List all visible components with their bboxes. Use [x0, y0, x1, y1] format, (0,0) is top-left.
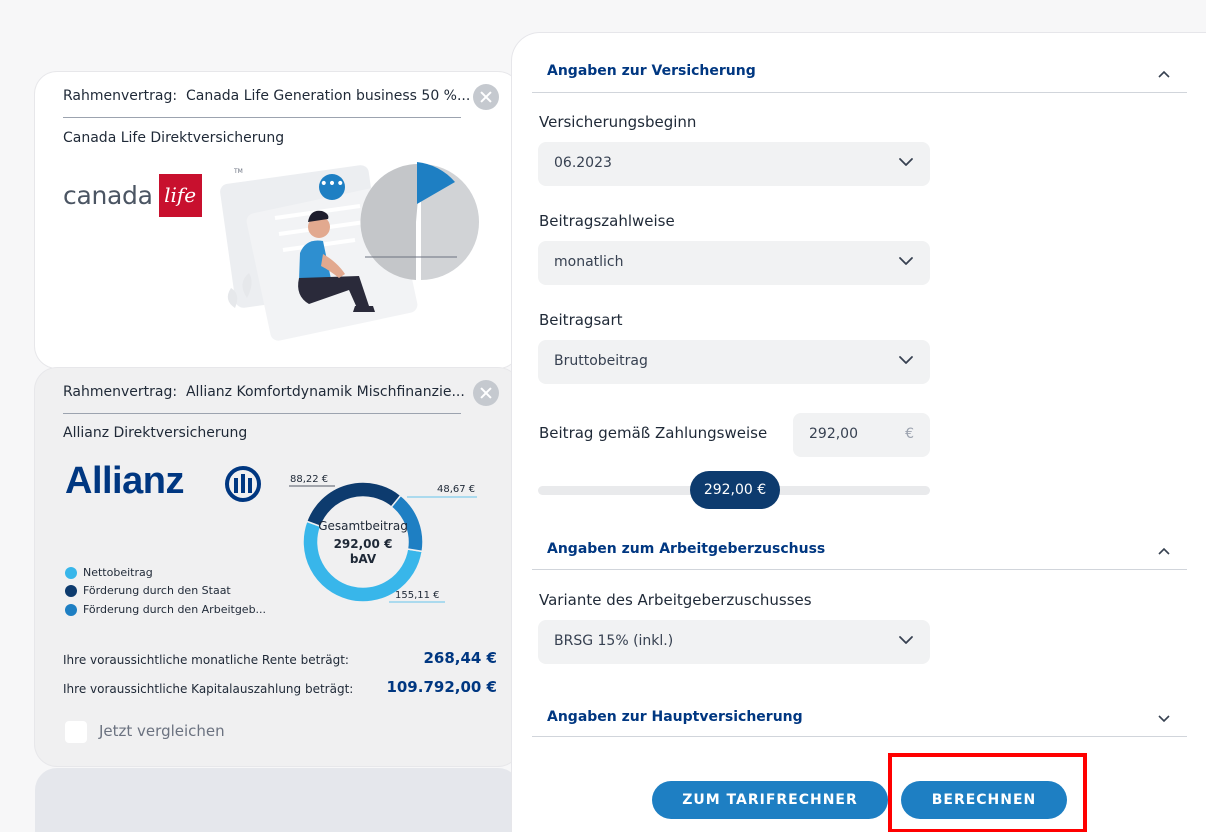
section-versicherung-title[interactable]: Angaben zur Versicherung	[547, 63, 756, 79]
select-value: Bruttobeitrag	[554, 353, 648, 369]
chevron-down-icon	[899, 636, 913, 644]
beitragsart-label: Beitragsart	[539, 311, 623, 329]
slice-label-staat: 88,22 €	[290, 474, 328, 485]
allianz-logo: Allianz	[65, 460, 184, 503]
legend-item-staat: Förderung durch den Staat	[65, 584, 231, 597]
highlight-box	[888, 753, 1087, 832]
compare-label[interactable]: Jetzt vergleichen	[99, 722, 225, 740]
chevron-down-icon	[899, 257, 913, 265]
versicherungsbeginn-label: Versicherungsbeginn	[539, 113, 697, 131]
logo-wordmark: canada	[63, 180, 153, 210]
donut-center-value: 292,00 €	[334, 537, 393, 551]
chevron-down-icon	[899, 356, 913, 364]
donut-center-sub: bAV	[350, 552, 377, 566]
beitrag-slider-thumb[interactable]: 292,00 €	[690, 471, 780, 509]
legend-item-netto: Nettobeitrag	[65, 566, 153, 579]
legend-dot	[65, 566, 77, 579]
compare-checkbox[interactable]	[65, 721, 87, 743]
rahmenvertrag-title: Rahmenvertrag: Allianz Komfortdynamik Mi…	[63, 384, 465, 400]
tariff-card-canada-life: Rahmenvertrag: Canada Life Generation bu…	[35, 72, 520, 368]
remove-tariff-button[interactable]	[473, 84, 499, 110]
section-haupt-title[interactable]: Angaben zur Hauptversicherung	[547, 709, 803, 725]
allianz-eagle-icon	[225, 466, 261, 502]
tariff-card-allianz: Rahmenvertrag: Allianz Komfortdynamik Mi…	[35, 368, 520, 766]
chevron-up-icon[interactable]	[1158, 68, 1170, 80]
beitragszahlweise-select[interactable]: monatlich	[538, 241, 930, 285]
section-arbeitgeber-title[interactable]: Angaben zum Arbeitgeberzuschuss	[547, 541, 825, 557]
chevron-down-icon[interactable]	[1158, 713, 1170, 725]
legend-label: Förderung durch den Arbeitgeb...	[83, 603, 267, 616]
rahmenvertrag-name: Canada Life Generation business 50 %...	[185, 88, 471, 104]
slice-label-arbeitgeber: 48,67 €	[437, 484, 475, 495]
chevron-down-icon	[899, 158, 913, 166]
select-value: monatlich	[554, 254, 624, 270]
beitrag-input[interactable]: 292,00 €	[793, 413, 930, 457]
donut-center-title: Gesamtbeitrag	[318, 519, 408, 533]
remove-tariff-button[interactable]	[473, 380, 499, 406]
more-dots-icon: •••	[319, 174, 345, 200]
section-divider	[532, 569, 1187, 570]
legend-label: Förderung durch den Staat	[83, 584, 231, 597]
rente-label: Ihre voraussichtliche monatliche Rente b…	[63, 653, 349, 667]
product-name: Allianz Direktversicherung	[63, 425, 248, 441]
currency-unit: €	[905, 426, 914, 442]
rahmenvertrag-title: Rahmenvertrag: Canada Life Generation bu…	[63, 88, 470, 104]
variante-select[interactable]: BRSG 15% (inkl.)	[538, 620, 930, 664]
rahmenvertrag-name: Allianz Komfortdynamik Mischfinanzie...	[185, 384, 465, 400]
beitragsart-select[interactable]: Bruttobeitrag	[538, 340, 930, 384]
variante-label: Variante des Arbeitgeberzuschusses	[539, 591, 812, 609]
logo-box: life	[158, 173, 202, 217]
versicherungsbeginn-select[interactable]: 06.2023	[538, 142, 930, 186]
zum-tarifrechner-button[interactable]: ZUM TARIFRECHNER	[652, 781, 888, 819]
rahmenvertrag-label: Rahmenvertrag:	[63, 384, 178, 400]
divider	[63, 413, 461, 414]
chevron-up-icon[interactable]	[1158, 545, 1170, 557]
slice-label-netto: 155,11 €	[395, 590, 440, 601]
legend-dot	[65, 603, 77, 616]
logo-wordmark: Allianz	[65, 460, 184, 502]
legend-item-arbeitgeber: Förderung durch den Arbeitgeb...	[65, 603, 266, 616]
divider	[63, 117, 461, 118]
product-name: Canada Life Direktversicherung	[63, 130, 285, 146]
legend-dot	[65, 584, 77, 597]
beitragszahlweise-label: Beitragszahlweise	[539, 212, 675, 230]
beitrag-value: 292,00	[809, 426, 858, 442]
beitrag-label: Beitrag gemäß Zahlungsweise	[539, 424, 768, 442]
canada-life-logo: canada life	[63, 172, 202, 218]
section-divider	[532, 92, 1187, 93]
select-value: BRSG 15% (inkl.)	[554, 633, 674, 649]
rahmenvertrag-label: Rahmenvertrag:	[63, 88, 178, 104]
rente-value: 268,44 €	[423, 649, 497, 667]
select-value: 06.2023	[554, 155, 612, 171]
tariff-card-placeholder	[35, 768, 520, 832]
kapital-label: Ihre voraussichtliche Kapitalauszahlung …	[63, 682, 354, 696]
section-divider	[532, 736, 1187, 737]
person-with-chart-illustration	[220, 162, 480, 341]
contribution-donut-chart: Gesamtbeitrag 292,00 € bAV 88,22 € 48,67…	[289, 474, 477, 603]
kapital-value: 109.792,00 €	[386, 678, 497, 696]
legend-label: Nettobeitrag	[83, 566, 153, 579]
